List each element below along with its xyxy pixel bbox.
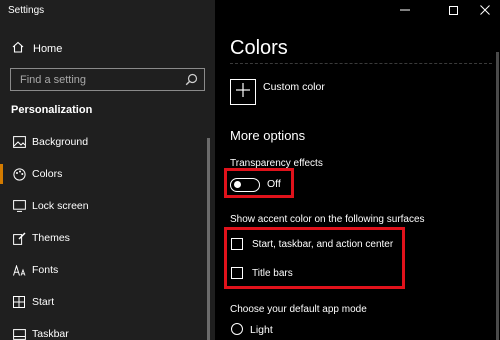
window-title: Settings: [8, 5, 45, 16]
sidebar-item-label: Colors: [32, 168, 63, 180]
themes-brush-icon: [12, 231, 26, 245]
home-icon: [12, 40, 24, 58]
search-input[interactable]: [11, 69, 181, 90]
highlight-box-accent: [224, 227, 405, 289]
home-nav-item[interactable]: Home: [12, 40, 62, 58]
content-scrollbar[interactable]: [496, 52, 499, 340]
sidebar-item-lock-screen[interactable]: Lock screen: [0, 193, 205, 219]
lock-screen-icon: [12, 199, 26, 213]
sidebar-item-label: Start: [32, 296, 55, 308]
taskbar-icon: [12, 327, 26, 340]
fonts-icon: [12, 263, 26, 277]
sidebar-item-start[interactable]: Start: [0, 289, 205, 315]
minimize-icon[interactable]: [398, 3, 412, 17]
search-box[interactable]: [10, 68, 205, 91]
accent-surfaces-label: Show accent color on the following surfa…: [230, 214, 425, 225]
sidebar-item-fonts[interactable]: Fonts: [0, 257, 205, 283]
sidebar-item-background[interactable]: Background: [0, 129, 205, 155]
sidebar-item-themes[interactable]: Themes: [0, 225, 205, 251]
maximize-icon[interactable]: [446, 3, 460, 17]
app-mode-label: Choose your default app mode: [230, 304, 367, 315]
navigation-pane: Settings Home Personalization Background…: [0, 0, 215, 340]
palette-icon: [12, 167, 26, 181]
section-title: Personalization: [11, 104, 93, 116]
sidebar-item-label: Background: [32, 136, 89, 148]
divider: [230, 63, 492, 64]
light-mode-radio[interactable]: [231, 323, 243, 335]
search-icon[interactable]: [185, 73, 198, 91]
nav-scrollbar[interactable]: [207, 138, 210, 340]
light-mode-label[interactable]: Light: [250, 324, 273, 336]
sidebar-item-label: Fonts: [32, 264, 59, 276]
home-label: Home: [33, 43, 63, 55]
sidebar-item-colors[interactable]: Colors: [0, 161, 205, 187]
custom-color-label[interactable]: Custom color: [263, 81, 325, 93]
background-image-icon: [12, 135, 26, 149]
custom-color-button[interactable]: [230, 79, 256, 105]
page-title: Colors: [230, 37, 288, 59]
more-options-heading: More options: [230, 128, 306, 143]
highlight-box-transparency: [224, 168, 294, 198]
close-icon[interactable]: [478, 3, 492, 17]
start-grid-icon: [12, 295, 26, 309]
sidebar-item-taskbar[interactable]: Taskbar: [0, 321, 205, 340]
sidebar-item-label: Themes: [32, 232, 70, 244]
sidebar-item-label: Lock screen: [32, 200, 89, 212]
content-pane: Colors Custom color More options Transpa…: [215, 0, 500, 340]
sidebar-item-label: Taskbar: [32, 328, 69, 340]
plus-icon: [236, 82, 250, 102]
